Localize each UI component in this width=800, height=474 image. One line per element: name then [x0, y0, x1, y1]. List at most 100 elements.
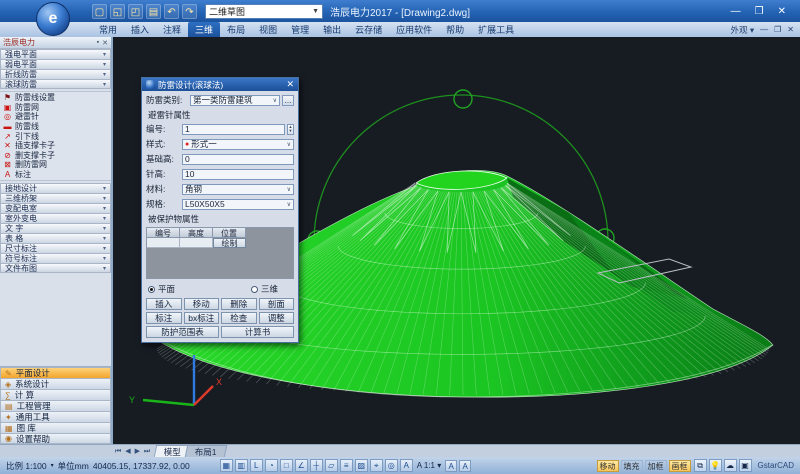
- ribbon-restore-button[interactable]: ❐: [774, 25, 781, 34]
- ribbon-close-button[interactable]: ✕: [787, 25, 794, 34]
- status-toggle[interactable]: 加框: [645, 460, 667, 472]
- base-height-input[interactable]: 0: [182, 154, 294, 165]
- close-icon[interactable]: ✕: [102, 39, 108, 47]
- sidebar-group[interactable]: 三维桥架: [0, 193, 111, 203]
- more-button[interactable]: ...: [282, 95, 294, 106]
- ortho-icon[interactable]: L: [250, 459, 263, 472]
- dialog-button[interactable]: 标注: [146, 312, 182, 324]
- transparency-icon[interactable]: ▨: [355, 459, 368, 472]
- ribbon-minimize-button[interactable]: —: [760, 25, 768, 34]
- ribbon-tab[interactable]: 扩展工具: [471, 22, 521, 37]
- minimize-button[interactable]: —: [731, 6, 741, 17]
- nav-library[interactable]: ▦ 图 库: [0, 422, 111, 433]
- table-cell[interactable]: [147, 238, 180, 248]
- sidebar-group[interactable]: 弱电平面: [0, 59, 111, 69]
- spinner-control[interactable]: ▲▼: [287, 124, 294, 135]
- close-button[interactable]: ✕: [778, 6, 786, 17]
- ribbon-tab[interactable]: 管理: [284, 22, 316, 37]
- restore-button[interactable]: ❐: [755, 6, 764, 17]
- spec-select[interactable]: L50X50X5 ∨: [182, 199, 294, 210]
- dialog-button[interactable]: 删除: [221, 298, 257, 310]
- cloud-icon[interactable]: ☁: [724, 459, 737, 472]
- quick-prop-icon[interactable]: ⌖: [370, 459, 383, 472]
- ribbon-tab[interactable]: 插入: [124, 22, 156, 37]
- layout-tab[interactable]: 布局1: [185, 445, 227, 457]
- sidebar-group[interactable]: 室外变电: [0, 213, 111, 223]
- grid-icon[interactable]: ▥: [235, 459, 248, 472]
- undo-icon[interactable]: ↶: [164, 4, 179, 19]
- style-select[interactable]: ● 形式一 ∨: [182, 139, 294, 150]
- no-input[interactable]: 1: [182, 124, 285, 135]
- tips-icon[interactable]: 💡: [709, 459, 722, 472]
- sidebar-group[interactable]: 文 字: [0, 223, 111, 233]
- ribbon-tab[interactable]: 应用软件: [389, 22, 439, 37]
- snap-icon[interactable]: ▦: [220, 459, 233, 472]
- open-file-icon[interactable]: ◱: [110, 4, 125, 19]
- dialog-button[interactable]: 移动: [184, 298, 220, 310]
- osnap-icon[interactable]: □: [280, 459, 293, 472]
- sidebar-group[interactable]: 接地设计: [0, 183, 111, 193]
- app-logo-icon[interactable]: e: [36, 2, 70, 36]
- table-cell[interactable]: [180, 238, 213, 248]
- dialog-button[interactable]: bx标注: [184, 312, 220, 324]
- appearance-menu[interactable]: 外观 ▾: [730, 24, 754, 36]
- save-icon[interactable]: ◰: [128, 4, 143, 19]
- nav-common-tools[interactable]: ✦ 通用工具: [0, 411, 111, 422]
- ribbon-tab[interactable]: 三维: [188, 22, 220, 37]
- sidebar-group[interactable]: 折线防雷: [0, 69, 111, 79]
- sidebar-group[interactable]: 尺寸标注: [0, 243, 111, 253]
- sidebar-group[interactable]: 文件布图: [0, 263, 111, 273]
- material-select[interactable]: 角钢 ∨: [182, 184, 294, 195]
- protected-objects-table[interactable]: 编号高度位置 绘制: [146, 227, 294, 279]
- annot-autoscale-icon[interactable]: A: [459, 460, 471, 472]
- status-toggle[interactable]: 填充: [621, 460, 643, 472]
- dialog-wide-button[interactable]: 防护范围表: [146, 326, 219, 338]
- ribbon-tab[interactable]: 视图: [252, 22, 284, 37]
- grip-circle-top[interactable]: [454, 90, 472, 108]
- share-icon[interactable]: ⧉: [694, 459, 707, 472]
- dialog-title-bar[interactable]: 防雷设计(滚球法) ✕: [142, 78, 298, 91]
- annot-visibility-icon[interactable]: A: [445, 460, 457, 472]
- nav-calculation[interactable]: ∑ 计 算: [0, 389, 111, 400]
- dialog-close-icon[interactable]: ✕: [286, 79, 294, 90]
- plan-radio[interactable]: 平面: [148, 283, 175, 295]
- tool-annotate[interactable]: A 标注: [0, 170, 111, 180]
- ribbon-tab[interactable]: 输出: [316, 22, 348, 37]
- rod-height-input[interactable]: 10: [182, 169, 294, 180]
- status-toggle[interactable]: 移动: [597, 460, 619, 472]
- new-file-icon[interactable]: ▢: [92, 4, 107, 19]
- sidebar-group[interactable]: 符号标注: [0, 253, 111, 263]
- tab-nav-arrows[interactable]: ⏮ ◀ ▶ ⏭: [115, 447, 151, 456]
- dialog-button[interactable]: 调整: [259, 312, 295, 324]
- sidebar-group[interactable]: 表 格: [0, 233, 111, 243]
- three-d-radio[interactable]: 三维: [251, 283, 278, 295]
- category-select[interactable]: 第一类防雷建筑 ∨: [190, 95, 280, 106]
- annotation-icon[interactable]: A: [400, 459, 413, 472]
- ribbon-tab[interactable]: 帮助: [439, 22, 471, 37]
- dialog-button[interactable]: 检查: [221, 312, 257, 324]
- dialog-button[interactable]: 剖面: [259, 298, 295, 310]
- nav-project-manage[interactable]: ▤ 工程管理: [0, 400, 111, 411]
- lineweight-icon[interactable]: ≡: [340, 459, 353, 472]
- sidebar-group[interactable]: 滚球防雷: [0, 79, 111, 89]
- print-icon[interactable]: ▤: [146, 4, 161, 19]
- ribbon-tab[interactable]: 布局: [220, 22, 252, 37]
- otrack-icon[interactable]: ∠: [295, 459, 308, 472]
- dialog-button[interactable]: 插入: [146, 298, 182, 310]
- sidebar-group[interactable]: 变配电室: [0, 203, 111, 213]
- ribbon-tab[interactable]: 注释: [156, 22, 188, 37]
- select-cycle-icon[interactable]: ◎: [385, 459, 398, 472]
- sidebar-group[interactable]: 强电平面: [0, 49, 111, 59]
- dyn-ucs-icon[interactable]: ┼: [310, 459, 323, 472]
- drawing-canvas[interactable]: Y X 防雷设计(滚球法) ✕ 防雷类别: 第一类防雷建筑 ∨: [113, 37, 800, 444]
- nav-plan-design[interactable]: ✎ 平面设计: [0, 367, 111, 378]
- workspace-select[interactable]: 二维草图 ▼: [205, 4, 323, 19]
- annotation-scale[interactable]: A 1:1 ▾: [417, 461, 441, 470]
- dialog-wide-button[interactable]: 计算书: [221, 326, 294, 338]
- draw-button[interactable]: 绘制: [213, 238, 246, 248]
- polar-icon[interactable]: ◔: [265, 459, 278, 472]
- nav-system-design[interactable]: ◈ 系统设计: [0, 378, 111, 389]
- ribbon-tab[interactable]: 常用: [92, 22, 124, 37]
- nav-settings-help[interactable]: ◉ 设置帮助: [0, 433, 111, 444]
- dyn-input-icon[interactable]: ▱: [325, 459, 338, 472]
